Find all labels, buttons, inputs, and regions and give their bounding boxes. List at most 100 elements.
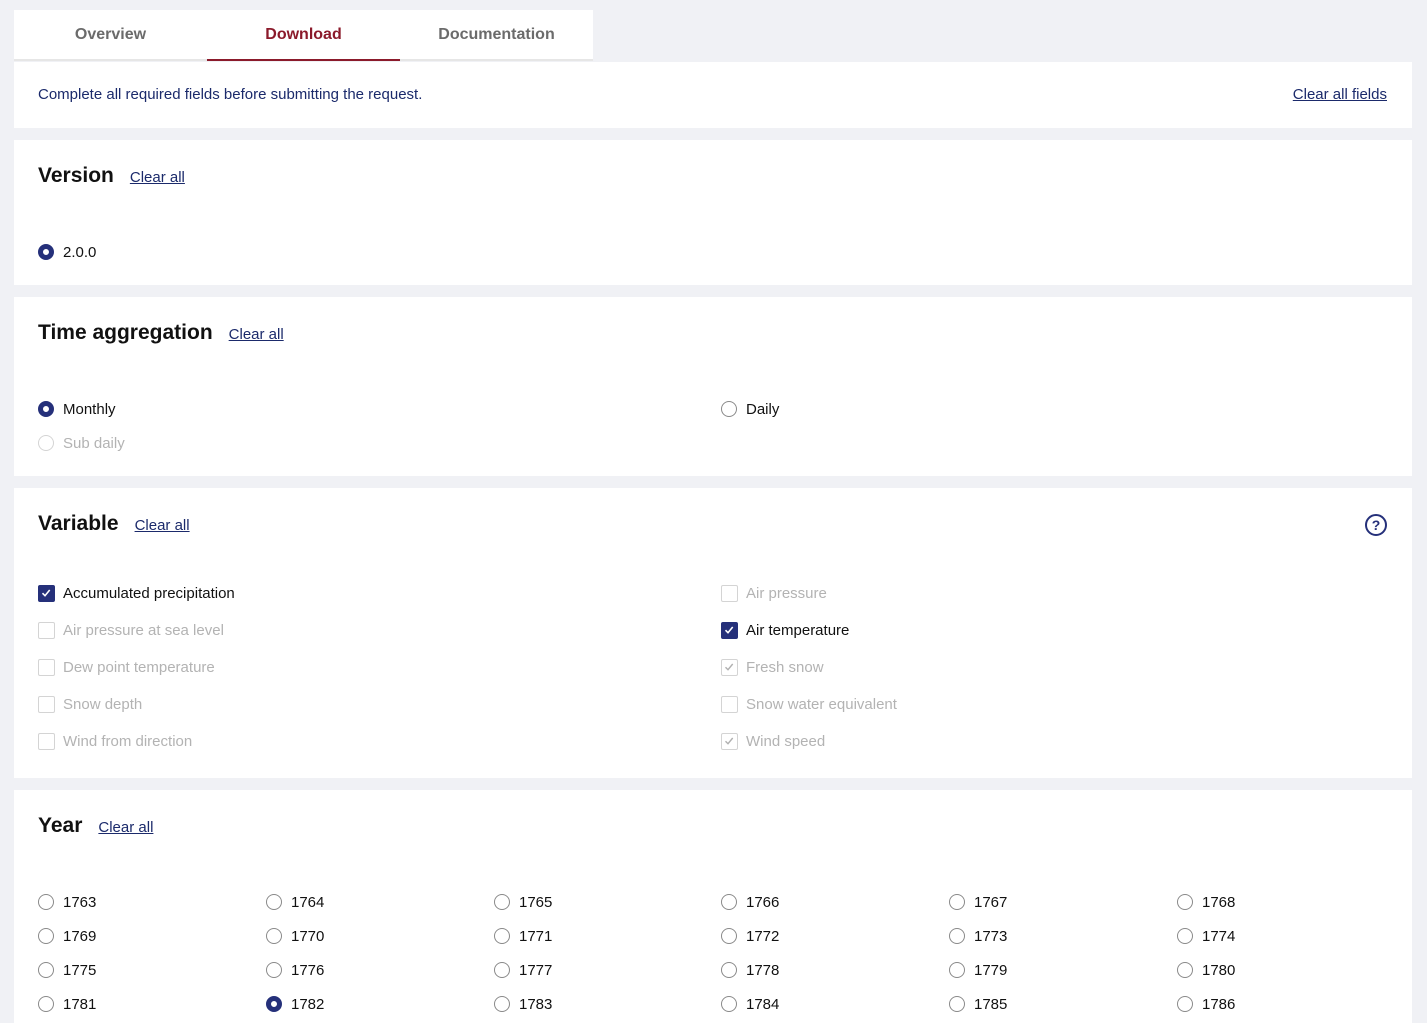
variable-air-temperature[interactable]: Air temperature [721, 620, 849, 640]
radio-icon[interactable] [949, 996, 965, 1012]
tab-documentation[interactable]: Documentation [400, 10, 593, 61]
radio-icon [38, 435, 54, 451]
year-option[interactable]: 1764 [266, 892, 324, 912]
year-section: Year Clear all 1763 1764 1765 1766 1767 1768 1… [14, 790, 1412, 1023]
option-label: Daily [746, 400, 780, 418]
radio-icon[interactable] [494, 962, 510, 978]
radio-icon[interactable] [38, 894, 54, 910]
radio-icon[interactable] [721, 996, 737, 1012]
year-option[interactable]: 1770 [266, 926, 324, 946]
radio-icon[interactable] [721, 962, 737, 978]
year-option[interactable]: 1763 [38, 892, 96, 912]
option-label: 1783 [519, 995, 553, 1013]
year-option[interactable]: 1776 [266, 960, 324, 980]
option-label: 1778 [746, 961, 780, 979]
variable-dew-point-temperature: Dew point temperature [38, 657, 215, 677]
option-label: Sub daily [63, 434, 125, 452]
variable-section: Variable Clear all ? Accumulated precipi… [14, 488, 1412, 778]
version-title: Version [38, 164, 114, 187]
time-aggregation-header: Time aggregation Clear all [38, 321, 284, 345]
year-option[interactable]: 1785 [949, 994, 1007, 1014]
year-option[interactable]: 1779 [949, 960, 1007, 980]
radio-icon[interactable] [494, 996, 510, 1012]
radio-icon[interactable] [38, 401, 54, 417]
radio-icon[interactable] [494, 894, 510, 910]
radio-icon[interactable] [949, 894, 965, 910]
question-circle-icon[interactable]: ? [1365, 514, 1387, 536]
option-label: Dew point temperature [63, 658, 215, 676]
option-label: 1779 [974, 961, 1008, 979]
variable-accumulated-precipitation[interactable]: Accumulated precipitation [38, 583, 235, 603]
radio-icon[interactable] [266, 996, 282, 1012]
option-label: 1771 [519, 927, 553, 945]
checkbox-icon [721, 584, 738, 602]
clear-all-fields-link[interactable]: Clear all fields [1293, 86, 1387, 103]
year-option[interactable]: 1780 [1177, 960, 1235, 980]
option-label: 1767 [974, 893, 1008, 911]
radio-icon[interactable] [38, 996, 54, 1012]
version-section: Version Clear all 2.0.0 [14, 140, 1412, 285]
option-label: 1773 [974, 927, 1008, 945]
tab-overview[interactable]: Overview [14, 10, 207, 61]
option-label: Air pressure [746, 584, 827, 602]
year-option[interactable]: 1782 [266, 994, 324, 1014]
radio-icon[interactable] [38, 962, 54, 978]
version-option[interactable]: 2.0.0 [38, 242, 96, 262]
year-title: Year [38, 814, 83, 837]
radio-icon[interactable] [494, 928, 510, 944]
option-label: Monthly [63, 400, 116, 418]
checkbox-icon [721, 695, 738, 713]
year-option[interactable]: 1769 [38, 926, 96, 946]
option-label: 1785 [974, 995, 1008, 1013]
radio-icon[interactable] [1177, 928, 1193, 944]
checkbox-icon[interactable] [38, 584, 55, 602]
radio-icon[interactable] [949, 928, 965, 944]
variable-clear-all-link[interactable]: Clear all [135, 517, 190, 534]
year-option[interactable]: 1773 [949, 926, 1007, 946]
radio-icon[interactable] [1177, 894, 1193, 910]
checkbox-icon[interactable] [721, 621, 738, 639]
time-aggregation-clear-all-link[interactable]: Clear all [229, 326, 284, 343]
year-option[interactable]: 1777 [494, 960, 552, 980]
year-option[interactable]: 1771 [494, 926, 552, 946]
year-option[interactable]: 1784 [721, 994, 779, 1014]
variable-wind-speed: Wind speed [721, 731, 825, 751]
year-option[interactable]: 1768 [1177, 892, 1235, 912]
year-option[interactable]: 1772 [721, 926, 779, 946]
year-option[interactable]: 1767 [949, 892, 1007, 912]
radio-icon[interactable] [1177, 962, 1193, 978]
year-option[interactable]: 1766 [721, 892, 779, 912]
option-daily[interactable]: Daily [721, 399, 779, 419]
radio-icon[interactable] [38, 928, 54, 944]
radio-icon[interactable] [266, 928, 282, 944]
variable-wind-from-direction: Wind from direction [38, 731, 192, 751]
option-label: 1770 [291, 927, 325, 945]
radio-icon[interactable] [721, 928, 737, 944]
radio-icon[interactable] [721, 401, 737, 417]
year-option[interactable]: 1774 [1177, 926, 1235, 946]
year-option[interactable]: 1781 [38, 994, 96, 1014]
radio-icon[interactable] [266, 962, 282, 978]
year-option[interactable]: 1765 [494, 892, 552, 912]
version-clear-all-link[interactable]: Clear all [130, 169, 185, 186]
year-option[interactable]: 1786 [1177, 994, 1235, 1014]
radio-icon[interactable] [721, 894, 737, 910]
radio-icon[interactable] [1177, 996, 1193, 1012]
year-option[interactable]: 1778 [721, 960, 779, 980]
option-label: Air pressure at sea level [63, 621, 224, 639]
year-option[interactable]: 1775 [38, 960, 96, 980]
option-label: Snow water equivalent [746, 695, 897, 713]
year-clear-all-link[interactable]: Clear all [98, 819, 153, 836]
radio-icon[interactable] [38, 244, 54, 260]
option-label: 1781 [63, 995, 97, 1013]
year-option[interactable]: 1783 [494, 994, 552, 1014]
option-monthly[interactable]: Monthly [38, 399, 116, 419]
radio-icon[interactable] [266, 894, 282, 910]
checkbox-icon [721, 732, 738, 750]
tab-bar: Overview Download Documentation [14, 10, 593, 61]
radio-icon[interactable] [949, 962, 965, 978]
option-label: 1769 [63, 927, 97, 945]
variable-snow-water-equivalent: Snow water equivalent [721, 694, 897, 714]
tab-download[interactable]: Download [207, 10, 400, 61]
option-label: 1763 [63, 893, 97, 911]
